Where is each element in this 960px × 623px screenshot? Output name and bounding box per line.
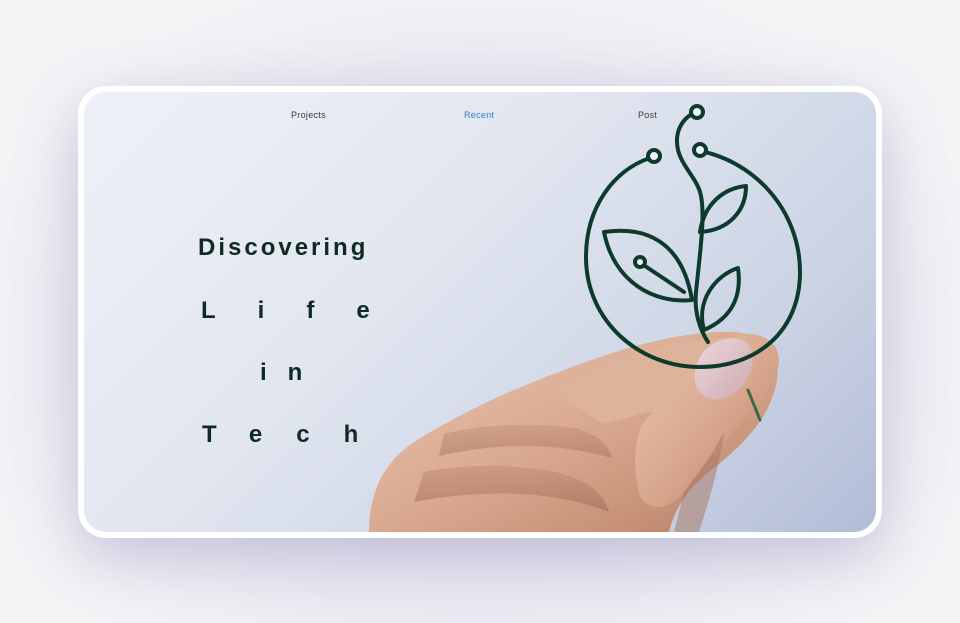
nav-post[interactable]: Post bbox=[638, 110, 657, 120]
hero-card: Projects Recent Post Discovering Life in… bbox=[78, 86, 882, 538]
nav-recent[interactable]: Recent bbox=[464, 110, 494, 120]
hand-photo bbox=[369, 331, 779, 532]
headline-line-3: in bbox=[260, 359, 324, 386]
headline-line-1: Discovering bbox=[198, 234, 369, 261]
headline-line-2: Life bbox=[201, 297, 412, 324]
hero-section: Projects Recent Post Discovering Life in… bbox=[84, 92, 876, 532]
headline-line-4: Tech bbox=[202, 421, 393, 448]
nav-projects[interactable]: Projects bbox=[291, 110, 326, 120]
